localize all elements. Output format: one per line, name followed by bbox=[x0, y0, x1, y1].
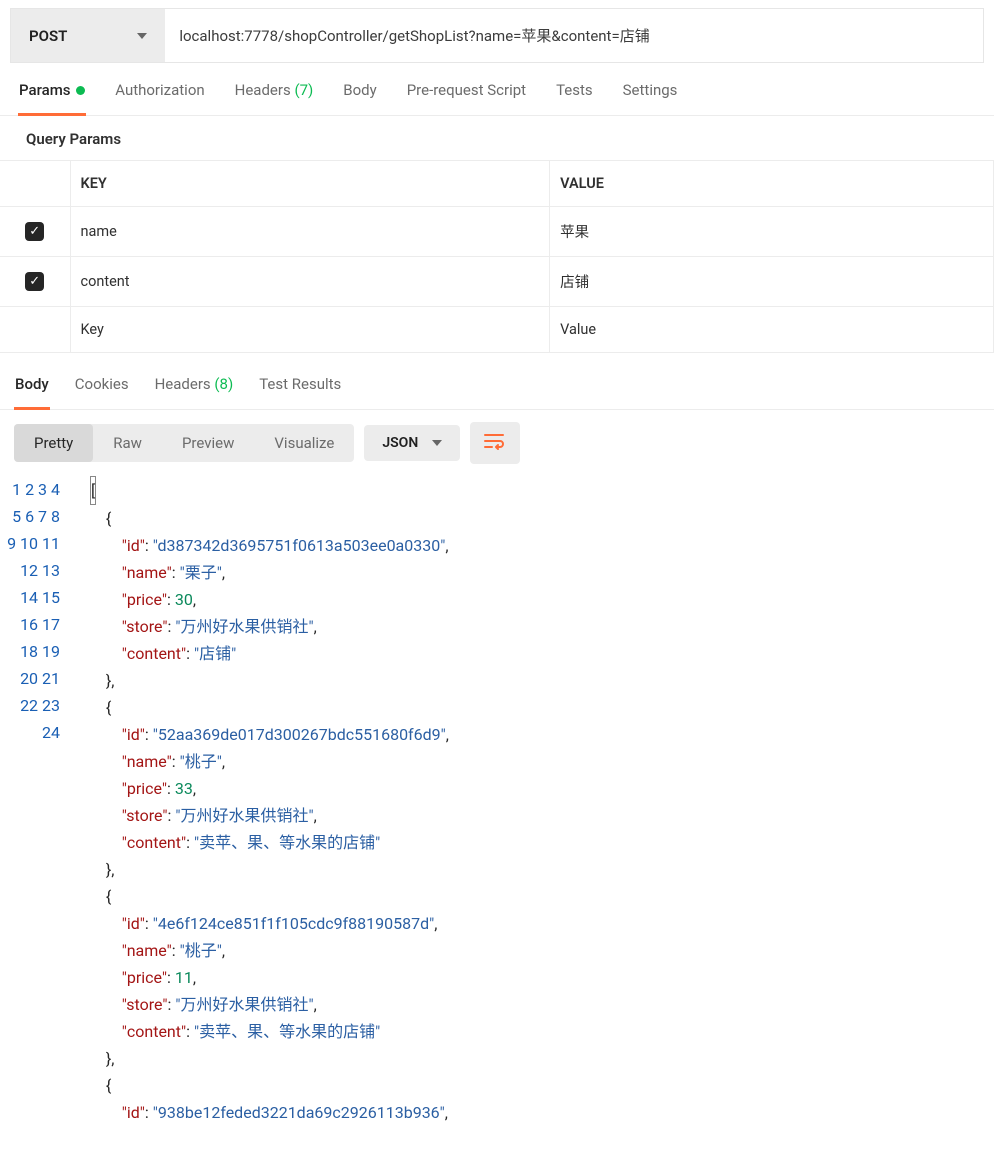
tab-tests[interactable]: Tests bbox=[555, 81, 594, 115]
dot-icon bbox=[76, 86, 85, 95]
key-cell[interactable]: content bbox=[70, 257, 550, 307]
response-tabs: Body Cookies Headers (8) Test Results bbox=[0, 353, 994, 410]
view-raw[interactable]: Raw bbox=[93, 424, 162, 462]
rtab-headers[interactable]: Headers (8) bbox=[154, 375, 235, 409]
tab-params[interactable]: Params bbox=[18, 81, 86, 116]
tab-settings[interactable]: Settings bbox=[622, 81, 679, 115]
value-cell[interactable]: 苹果 bbox=[550, 207, 994, 257]
tab-headers[interactable]: Headers (7) bbox=[234, 81, 315, 115]
chevron-down-icon bbox=[432, 440, 442, 446]
table-row-empty: Key Value bbox=[0, 307, 994, 353]
value-cell[interactable]: 店铺 bbox=[550, 257, 994, 307]
url-input[interactable]: localhost:7778/shopController/getShopLis… bbox=[165, 9, 983, 62]
method-dropdown[interactable]: POST bbox=[11, 9, 165, 62]
request-bar: POST localhost:7778/shopController/getSh… bbox=[10, 8, 984, 63]
wrap-icon bbox=[484, 432, 506, 450]
view-mode-segment: Pretty Raw Preview Visualize bbox=[14, 424, 354, 462]
view-bar: Pretty Raw Preview Visualize JSON bbox=[0, 410, 994, 476]
checkbox[interactable]: ✓ bbox=[25, 272, 44, 291]
view-pretty[interactable]: Pretty bbox=[14, 424, 93, 462]
rtab-testresults[interactable]: Test Results bbox=[258, 375, 342, 409]
format-dropdown[interactable]: JSON bbox=[364, 425, 460, 461]
rtab-body[interactable]: Body bbox=[14, 375, 50, 410]
view-preview[interactable]: Preview bbox=[162, 424, 254, 462]
tab-body[interactable]: Body bbox=[342, 81, 377, 115]
key-cell[interactable]: name bbox=[70, 207, 550, 257]
value-placeholder[interactable]: Value bbox=[550, 307, 994, 353]
tab-authorization[interactable]: Authorization bbox=[114, 81, 205, 115]
response-code[interactable]: 1 2 3 4 5 6 7 8 9 10 11 12 13 14 15 16 1… bbox=[0, 476, 994, 1126]
header-key: KEY bbox=[70, 161, 550, 207]
view-visualize[interactable]: Visualize bbox=[254, 424, 354, 462]
format-label: JSON bbox=[382, 435, 418, 451]
wrap-button[interactable] bbox=[470, 422, 520, 464]
tab-prerequest[interactable]: Pre-request Script bbox=[406, 81, 527, 115]
header-value: VALUE bbox=[550, 161, 994, 207]
table-row: ✓ content 店铺 bbox=[0, 257, 994, 307]
method-label: POST bbox=[29, 27, 67, 45]
query-params-label: Query Params bbox=[0, 116, 994, 160]
chevron-down-icon bbox=[137, 33, 147, 39]
request-tabs: Params Authorization Headers (7) Body Pr… bbox=[0, 63, 994, 116]
header-checkbox-col bbox=[0, 161, 70, 207]
table-header-row: KEY VALUE bbox=[0, 161, 994, 207]
table-row: ✓ name 苹果 bbox=[0, 207, 994, 257]
params-table: KEY VALUE ✓ name 苹果 ✓ content 店铺 Key Val… bbox=[0, 160, 994, 353]
source: [ { "id": "d387342d3695751f0613a503ee0a0… bbox=[90, 476, 994, 1126]
rtab-cookies[interactable]: Cookies bbox=[74, 375, 130, 409]
key-placeholder[interactable]: Key bbox=[70, 307, 550, 353]
gutter: 1 2 3 4 5 6 7 8 9 10 11 12 13 14 15 16 1… bbox=[0, 476, 90, 1126]
checkbox[interactable]: ✓ bbox=[25, 222, 44, 241]
